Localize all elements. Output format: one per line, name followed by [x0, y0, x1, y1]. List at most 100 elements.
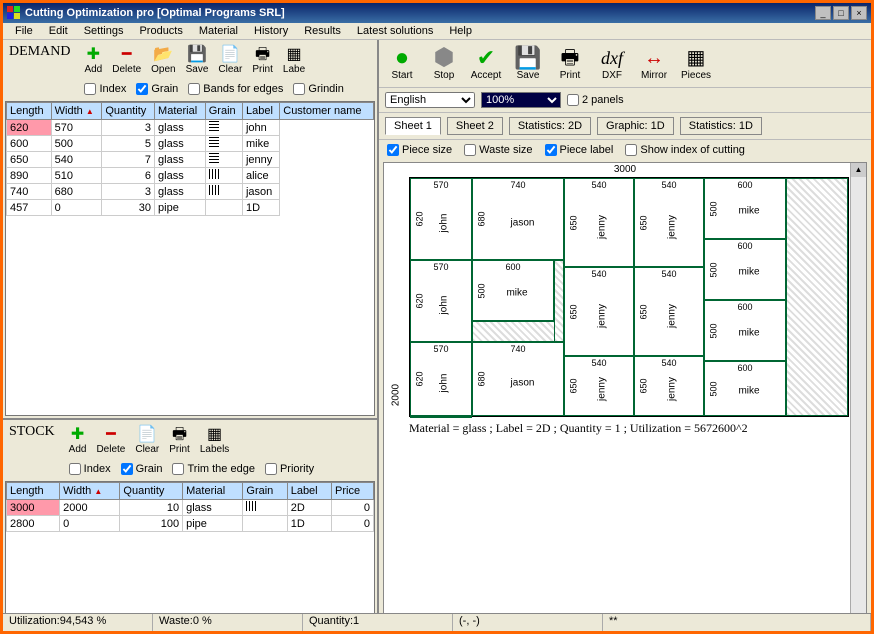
col-label[interactable]: Label	[242, 103, 279, 120]
table-row[interactable]: 3000200010glass2D0	[7, 500, 374, 516]
cut-piece[interactable]: 540650jenny	[634, 267, 704, 356]
two-panels-checkbox[interactable]: 2 panels	[567, 94, 624, 106]
col-quantity[interactable]: Quantity	[120, 483, 183, 500]
stock-priority-checkbox[interactable]: Priority	[265, 463, 314, 475]
menu-file[interactable]: File	[7, 23, 41, 39]
table-row[interactable]: 28000100pipe1D0	[7, 516, 374, 532]
demand-index-checkbox[interactable]: Index	[84, 83, 126, 95]
zoom-select[interactable]: 100%	[481, 92, 561, 108]
print-button[interactable]: 🖶Print	[551, 44, 589, 83]
stock-grain-checkbox[interactable]: Grain	[121, 463, 163, 475]
cut-piece[interactable]: 570620john	[410, 260, 472, 342]
menu-latest-solutions[interactable]: Latest solutions	[349, 23, 441, 39]
demand-grinding-checkbox[interactable]: Grindin	[293, 83, 343, 95]
tab-statistics-2d[interactable]: Statistics: 2D	[509, 117, 591, 135]
pieces-button[interactable]: ▦Pieces	[677, 44, 715, 83]
cut-piece[interactable]: 570620john	[410, 178, 472, 260]
cut-piece[interactable]: 540650jenny	[634, 178, 704, 267]
cut-piece[interactable]: 540650jenny	[634, 356, 704, 416]
cut-piece[interactable]: 600500mike	[704, 178, 786, 239]
stop-button[interactable]: ⬢Stop	[425, 44, 463, 83]
piece-label-checkbox[interactable]: Piece label	[545, 144, 614, 156]
delete-button[interactable]: ━Delete	[94, 424, 127, 457]
clear-button[interactable]: 📄Clear	[216, 44, 244, 77]
cut-piece[interactable]: 540650jenny	[564, 178, 634, 267]
sheet-height-label: 2000	[391, 384, 402, 406]
clear-button[interactable]: 📄Clear	[133, 424, 161, 457]
col-grain[interactable]: Grain	[243, 483, 287, 500]
cut-piece[interactable]: 600500mike	[704, 361, 786, 416]
language-select[interactable]: English	[385, 92, 475, 108]
tab-sheet-2[interactable]: Sheet 2	[447, 117, 503, 135]
cut-piece[interactable]: 600500mike	[704, 239, 786, 300]
demand-table[interactable]: LengthWidth ▲QuantityMaterialGrainLabelC…	[5, 101, 375, 416]
cut-piece[interactable]: 540650jenny	[564, 356, 634, 416]
stock-table[interactable]: LengthWidth ▲QuantityMaterialGrainLabelP…	[5, 481, 375, 628]
table-row[interactable]: 8905106glassalice	[7, 168, 374, 184]
col-material[interactable]: Material	[155, 103, 206, 120]
sheet-canvas[interactable]: 3000 2000 570620john740680jason540650jen…	[383, 162, 867, 628]
table-row[interactable]: 7406803glassjason	[7, 184, 374, 200]
delete-button[interactable]: ━Delete	[110, 44, 143, 77]
col-price[interactable]: Price	[332, 483, 374, 500]
menu-help[interactable]: Help	[441, 23, 480, 39]
clear-icon: 📄	[220, 46, 240, 64]
dxf-button[interactable]: dxfDXF	[593, 44, 631, 83]
col-quantity[interactable]: Quantity	[102, 103, 155, 120]
add-button[interactable]: ✚Add	[82, 44, 104, 77]
tab-sheet-1[interactable]: Sheet 1	[385, 117, 441, 135]
save-button[interactable]: 💾Save	[509, 44, 547, 83]
show-index-checkbox[interactable]: Show index of cutting	[625, 144, 745, 156]
col-label[interactable]: Label	[287, 483, 331, 500]
menu-products[interactable]: Products	[131, 23, 190, 39]
add-button[interactable]: ✚Add	[67, 424, 89, 457]
col-width[interactable]: Width ▲	[51, 103, 102, 120]
tab-graphic-1d[interactable]: Graphic: 1D	[597, 117, 674, 135]
start-button[interactable]: ●Start	[383, 44, 421, 83]
open-button[interactable]: 📂Open	[149, 44, 177, 77]
menu-settings[interactable]: Settings	[76, 23, 132, 39]
cut-piece[interactable]: 600500mike	[704, 300, 786, 361]
table-row[interactable]: 6505407glassjenny	[7, 152, 374, 168]
cut-piece[interactable]: 740680jason	[472, 342, 564, 416]
waste-region	[786, 178, 848, 416]
tab-statistics-1d[interactable]: Statistics: 1D	[680, 117, 762, 135]
close-button[interactable]: ×	[851, 6, 867, 20]
col-material[interactable]: Material	[183, 483, 243, 500]
mirror-button[interactable]: ↔Mirror	[635, 44, 673, 83]
table-row[interactable]: 6005005glassmike	[7, 136, 374, 152]
print-icon: 🖶	[172, 426, 187, 444]
waste-size-checkbox[interactable]: Waste size	[464, 144, 532, 156]
menu-edit[interactable]: Edit	[41, 23, 76, 39]
cut-piece[interactable]: 570620john	[410, 342, 472, 416]
labels-button[interactable]: ▦Labels	[198, 424, 231, 457]
col-width[interactable]: Width ▲	[60, 483, 120, 500]
table-row[interactable]: 6205703glassjohn	[7, 120, 374, 136]
accept-button[interactable]: ✔Accept	[467, 44, 505, 83]
menu-history[interactable]: History	[246, 23, 296, 39]
minimize-button[interactable]: _	[815, 6, 831, 20]
add-icon: ✚	[87, 46, 100, 64]
table-row[interactable]: 457030pipe1D	[7, 200, 374, 216]
col-length[interactable]: Length	[7, 483, 60, 500]
cut-piece[interactable]: 540650jenny	[564, 267, 634, 356]
print-button[interactable]: 🖶Print	[167, 424, 192, 457]
menu-material[interactable]: Material	[191, 23, 246, 39]
waste-region	[472, 321, 564, 342]
print-button[interactable]: 🖶Print	[250, 44, 275, 77]
vertical-scrollbar[interactable]	[850, 163, 866, 627]
labels-button[interactable]: ▦Labe	[281, 44, 307, 77]
menu-results[interactable]: Results	[296, 23, 349, 39]
col-grain[interactable]: Grain	[205, 103, 242, 120]
piece-size-checkbox[interactable]: Piece size	[387, 144, 452, 156]
col-length[interactable]: Length	[7, 103, 52, 120]
demand-grain-checkbox[interactable]: Grain	[136, 83, 178, 95]
cut-piece[interactable]: 740680jason	[472, 178, 564, 260]
col-customer-name[interactable]: Customer name	[280, 103, 374, 120]
stock-index-checkbox[interactable]: Index	[69, 463, 111, 475]
stock-trim-checkbox[interactable]: Trim the edge	[172, 463, 254, 475]
cut-piece[interactable]: 600500mike	[472, 260, 554, 321]
save-button[interactable]: 💾Save	[184, 44, 211, 77]
demand-bands-checkbox[interactable]: Bands for edges	[188, 83, 283, 95]
maximize-button[interactable]: □	[833, 6, 849, 20]
